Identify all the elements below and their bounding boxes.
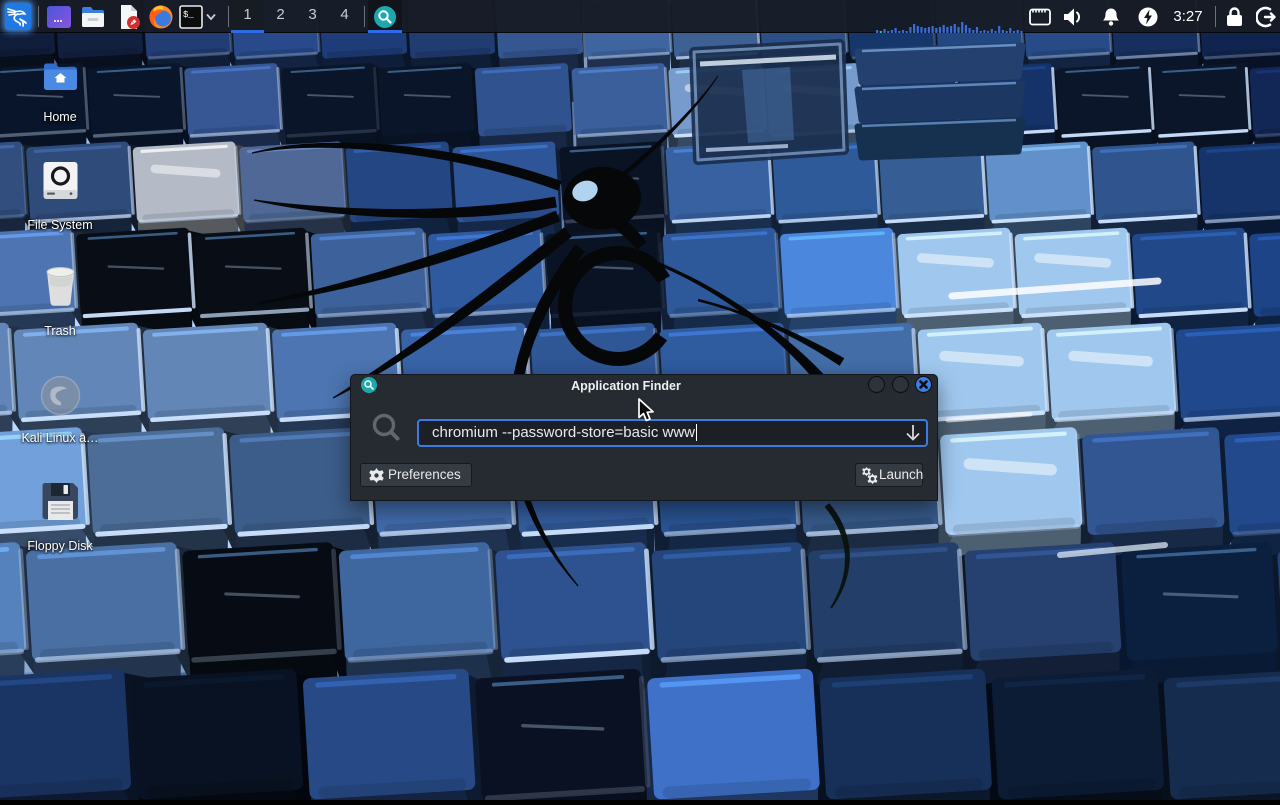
svg-text:$_: $_	[183, 10, 194, 20]
